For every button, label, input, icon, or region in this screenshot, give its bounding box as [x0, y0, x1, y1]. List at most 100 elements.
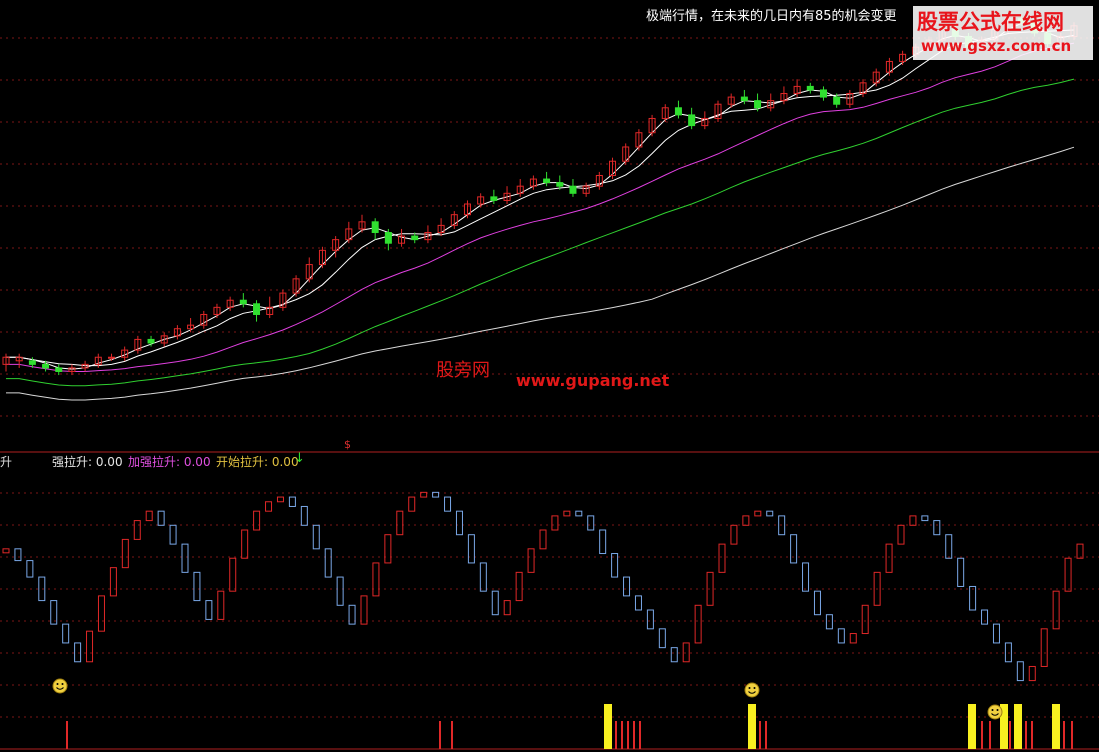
signal-bar: [639, 721, 641, 749]
oscillator-box: [718, 543, 726, 573]
candle-body: [556, 182, 564, 187]
notice-text: 极端行情，在未来的几日内有85的机会变更: [646, 9, 897, 24]
oscillator-box: [455, 510, 463, 536]
candle-body: [688, 114, 696, 127]
signal-bar: [451, 721, 453, 749]
oscillator-box: [670, 647, 678, 663]
smiley-eye: [753, 687, 756, 689]
oscillator-box: [730, 524, 738, 545]
oscillator-box: [1028, 665, 1036, 682]
oscillator-box: [109, 567, 117, 597]
legend-strong: 强拉升: 0.00: [52, 455, 123, 469]
oscillator-box: [563, 510, 571, 517]
candle-body: [411, 235, 419, 241]
oscillator-box: [229, 557, 237, 592]
candle-body: [253, 303, 261, 315]
oscillator-box: [324, 548, 332, 578]
oscillator-box: [599, 529, 607, 555]
candle-body: [674, 107, 682, 116]
oscillator-box: [1052, 590, 1060, 630]
ma5-line: [6, 22, 1075, 370]
oscillator-box: [1040, 628, 1048, 667]
smiley-eye: [56, 683, 59, 685]
watermark-center-url: www.gupang.net: [516, 371, 670, 390]
candle-body: [543, 178, 551, 184]
oscillator-box: [253, 510, 261, 531]
oscillator-box: [945, 534, 953, 559]
oscillator-box: [1004, 642, 1012, 663]
smiley-eye: [61, 683, 64, 685]
oscillator-box: [634, 595, 642, 611]
oscillator-box: [62, 623, 70, 644]
oscillator-box: [992, 623, 1000, 644]
oscillator-box: [802, 562, 810, 592]
smiley-eye: [991, 709, 994, 711]
oscillator-box: [491, 590, 499, 616]
oscillator-box: [467, 534, 475, 564]
oscillator-box: [969, 585, 977, 611]
oscillator-box: [193, 571, 201, 602]
oscillator-box: [86, 630, 94, 663]
signal-bar: [604, 704, 612, 749]
candle-body: [569, 185, 577, 194]
price-grid: [0, 37, 1099, 417]
legend-enhanced: 加强拉升: 0.00: [128, 455, 211, 469]
oscillator-box: [384, 534, 392, 564]
oscillator-box: [26, 560, 34, 578]
candle-body: [490, 196, 498, 201]
oscillator-box: [742, 515, 750, 526]
candle-body: [55, 367, 63, 372]
oscillator-box: [145, 510, 153, 522]
oscillator-box: [97, 595, 105, 632]
ma60-line: [6, 78, 1075, 387]
signal-bar: [1052, 704, 1060, 749]
candle-body: [384, 232, 392, 244]
candle-body: [833, 96, 841, 105]
oscillator-box: [300, 505, 308, 526]
signal-bar: [759, 721, 761, 749]
candle-body: [754, 100, 762, 109]
candle-body: [42, 363, 50, 369]
ma30-line: [6, 42, 1075, 372]
signal-bars: [66, 704, 1073, 749]
smiley-icon: [744, 682, 760, 698]
signal-bar: [439, 721, 441, 749]
oscillator-box: [790, 534, 798, 564]
signal-bar: [1014, 704, 1022, 749]
oscillator-box: [1064, 557, 1072, 592]
oscillator-box: [694, 604, 702, 644]
signal-bar: [1071, 721, 1073, 749]
smiley-eye: [748, 687, 751, 689]
candle-body: [239, 299, 247, 305]
ma120-line: [6, 146, 1075, 401]
oscillator-box: [503, 600, 511, 616]
signal-bar: [633, 721, 635, 749]
oscillator-box: [372, 562, 380, 597]
oscillator-box: [515, 571, 523, 602]
oscillator-box: [14, 548, 22, 562]
smiley-icon: [52, 678, 68, 694]
signal-bar: [1025, 721, 1027, 749]
candle-body: [819, 89, 827, 98]
signal-bar: [1031, 721, 1033, 749]
oscillator-box: [981, 609, 989, 625]
oscillator-box: [181, 543, 189, 573]
signal-bar: [765, 721, 767, 749]
oscillator-box: [849, 633, 857, 644]
candle-body: [28, 360, 36, 365]
oscillator-box: [897, 524, 905, 545]
oscillator-box: [885, 543, 893, 573]
oscillator-box: [408, 496, 416, 512]
oscillator-box: [205, 600, 213, 620]
oscillator-box: [169, 524, 177, 545]
oscillator-box: [241, 529, 249, 559]
smiley-eye: [996, 709, 999, 711]
watermark-top-name: 股票公式在线网: [917, 10, 1064, 34]
oscillator-box: [623, 576, 631, 597]
oscillator-box: [360, 595, 368, 625]
oscillator-box: [121, 538, 129, 569]
s-marker: $: [344, 438, 351, 451]
oscillator-box: [658, 628, 666, 649]
oscillator-box: [265, 501, 273, 512]
oscillator-box: [2, 548, 10, 554]
